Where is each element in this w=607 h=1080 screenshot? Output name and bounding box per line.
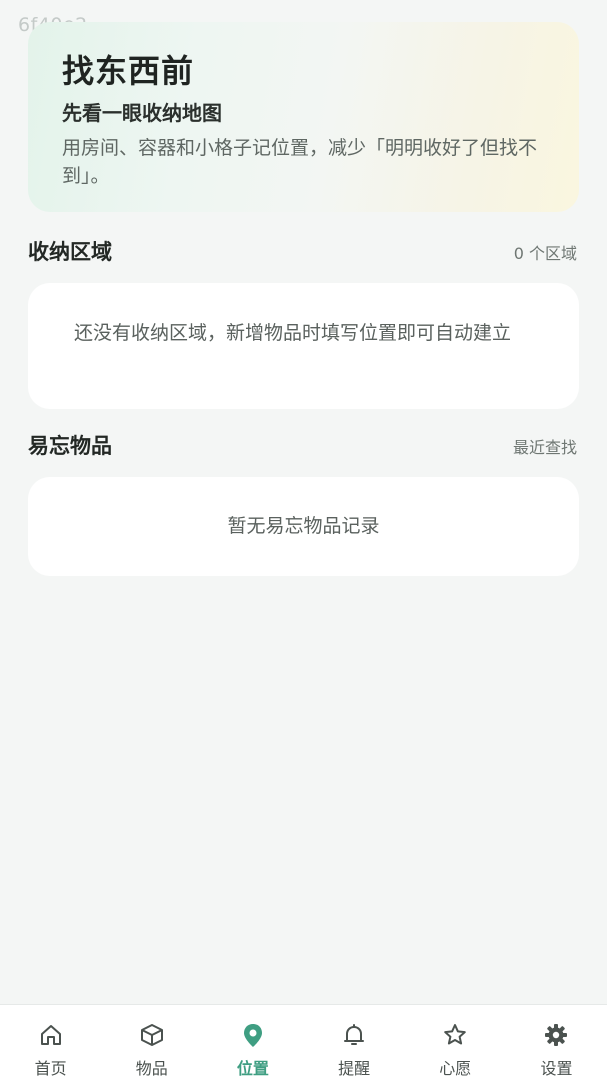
tab-settings[interactable]: 设置 — [506, 1005, 607, 1080]
tab-location-label: 位置 — [236, 1059, 269, 1078]
location-pin-icon — [243, 1024, 262, 1047]
bell-icon — [344, 1024, 365, 1045]
tab-reminders-label: 提醒 — [338, 1059, 371, 1078]
tab-home[interactable]: 首页 — [0, 1005, 101, 1080]
tab-settings-label: 设置 — [540, 1059, 573, 1078]
recent-search-link[interactable]: 最近查找 — [513, 434, 577, 458]
bottom-tab-bar: 首页 物品 位置 提醒 心愿 设置 — [0, 1004, 607, 1080]
tab-wishlist-label: 心愿 — [439, 1059, 472, 1078]
hero-description: 用房间、容器和小格子记位置，减少「明明收好了但找不到」。 — [62, 137, 538, 187]
tab-items[interactable]: 物品 — [101, 1005, 202, 1080]
storage-empty-card: 还没有收纳区域，新增物品时填写位置即可自动建立 — [28, 283, 579, 409]
box-icon — [140, 1024, 163, 1046]
tab-location[interactable]: 位置 — [202, 1005, 303, 1080]
star-icon — [444, 1024, 467, 1045]
storage-empty-text: 还没有收纳区域，新增物品时填写位置即可自动建立 — [74, 322, 512, 344]
storage-count: 0 个区域 — [513, 244, 577, 263]
home-icon — [40, 1025, 61, 1045]
tab-reminders[interactable]: 提醒 — [304, 1005, 405, 1080]
forgettable-empty-text: 暂无易忘物品记录 — [227, 515, 380, 537]
forgettable-empty-card: 暂无易忘物品记录 — [28, 477, 579, 576]
hero-title: 找东西前 — [62, 52, 195, 90]
location-page: 6f40e2 找东西前 先看一眼收纳地图 用房间、容器和小格子记位置，减少「明明… — [0, 0, 607, 1080]
forgettable-section-title: 易忘物品 — [28, 434, 112, 458]
hero-subtitle: 先看一眼收纳地图 — [62, 101, 222, 125]
storage-section-title: 收纳区域 — [28, 240, 112, 264]
gear-icon — [545, 1024, 568, 1046]
tab-items-label: 物品 — [135, 1059, 168, 1078]
tab-wishlist[interactable]: 心愿 — [405, 1005, 506, 1080]
tab-home-label: 首页 — [34, 1059, 67, 1078]
